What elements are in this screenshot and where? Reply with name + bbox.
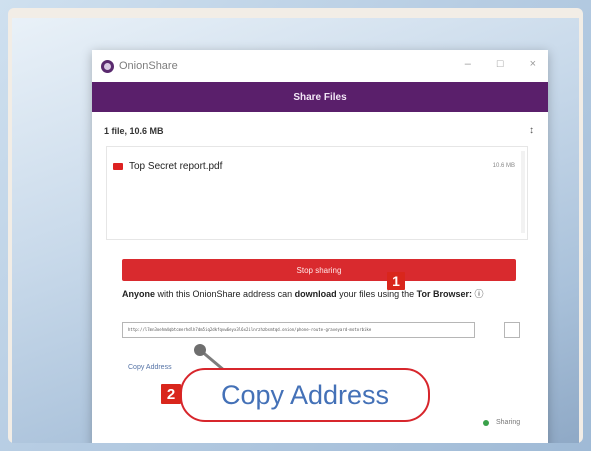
status-text: Sharing bbox=[496, 419, 521, 426]
status-dot-icon bbox=[483, 419, 489, 426]
copy-address-callout: Copy Address bbox=[180, 368, 430, 422]
annotation-badge-2: 2 bbox=[161, 384, 181, 404]
annotation-badge-1: 1 bbox=[387, 272, 405, 290]
sharing-status: Sharing bbox=[483, 419, 520, 426]
callout-text: Copy Address bbox=[220, 379, 390, 410]
